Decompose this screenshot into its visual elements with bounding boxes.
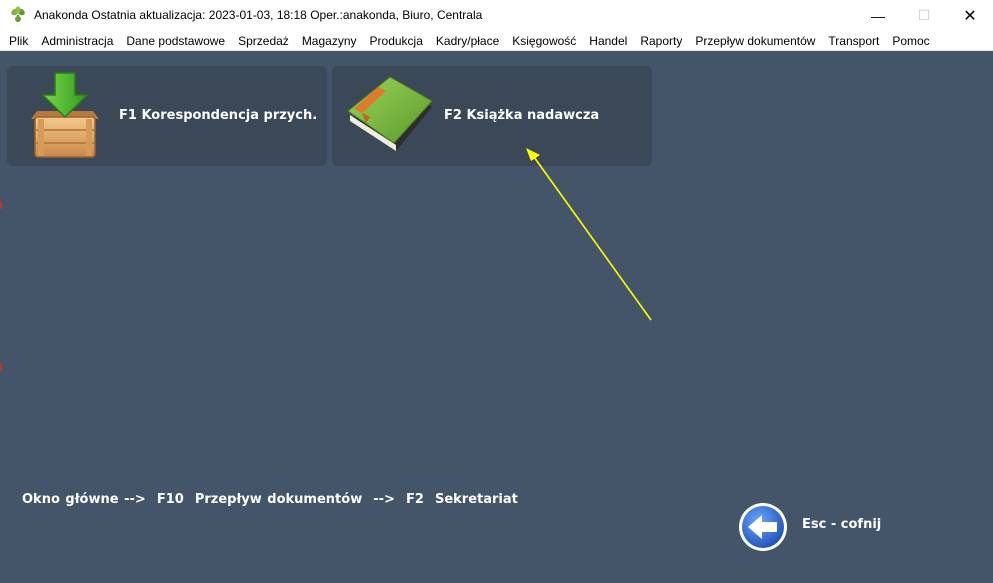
- menu-produkcja[interactable]: Produkcja: [364, 34, 430, 48]
- menu-sprzedaz[interactable]: Sprzedaż: [232, 34, 296, 48]
- menu-bar: Plik Administracja Dane podstawowe Sprze…: [0, 31, 993, 51]
- menu-handel[interactable]: Handel: [583, 34, 634, 48]
- incoming-box-icon: [19, 71, 109, 161]
- tile-label: F2 Książka nadawcza: [444, 108, 600, 123]
- menu-raporty[interactable]: Raporty: [634, 34, 689, 48]
- menu-transport[interactable]: Transport: [822, 34, 886, 48]
- minimize-button[interactable]: —: [855, 0, 901, 31]
- tile-korespondencja-przych[interactable]: F1 Korespondencja przych.: [7, 66, 327, 166]
- menu-kadry-place[interactable]: Kadry/płace: [430, 34, 506, 48]
- maximize-button[interactable]: ☐: [901, 0, 947, 31]
- edge-marker: [0, 363, 2, 371]
- menu-dane-podstawowe[interactable]: Dane podstawowe: [120, 34, 232, 48]
- tile-label: F1 Korespondencja przych.: [119, 108, 318, 123]
- title-bar: Anakonda Ostatnia aktualizacja: 2023-01-…: [0, 0, 993, 31]
- green-book-icon: [344, 71, 434, 161]
- minimize-icon: —: [871, 7, 885, 24]
- menu-pomoc[interactable]: Pomoc: [886, 34, 936, 48]
- back-label[interactable]: Esc - cofnij: [802, 517, 881, 532]
- close-button[interactable]: ✕: [947, 0, 993, 31]
- menu-przeplyw-dokumentow[interactable]: Przepływ dokumentów: [689, 34, 822, 48]
- menu-magazyny[interactable]: Magazyny: [296, 34, 364, 48]
- breadcrumb: Okno główne --> F10 Przepływ dokumentów …: [22, 492, 518, 507]
- window-title: Anakonda Ostatnia aktualizacja: 2023-01-…: [34, 8, 483, 22]
- menu-ksiegowosc[interactable]: Księgowość: [506, 34, 583, 48]
- menu-plik[interactable]: Plik: [3, 34, 35, 48]
- main-panel: F1 Korespondencja przych. F2 Książka nad…: [0, 51, 993, 583]
- edge-marker: [0, 201, 2, 209]
- back-arrow-icon: [737, 503, 789, 557]
- menu-administracja[interactable]: Administracja: [35, 34, 120, 48]
- app-logo-icon: [9, 6, 27, 24]
- close-icon: ✕: [963, 7, 977, 25]
- tile-ksiazka-nadawcza[interactable]: F2 Książka nadawcza: [332, 66, 652, 166]
- back-button[interactable]: [737, 501, 789, 553]
- maximize-icon: ☐: [917, 7, 931, 23]
